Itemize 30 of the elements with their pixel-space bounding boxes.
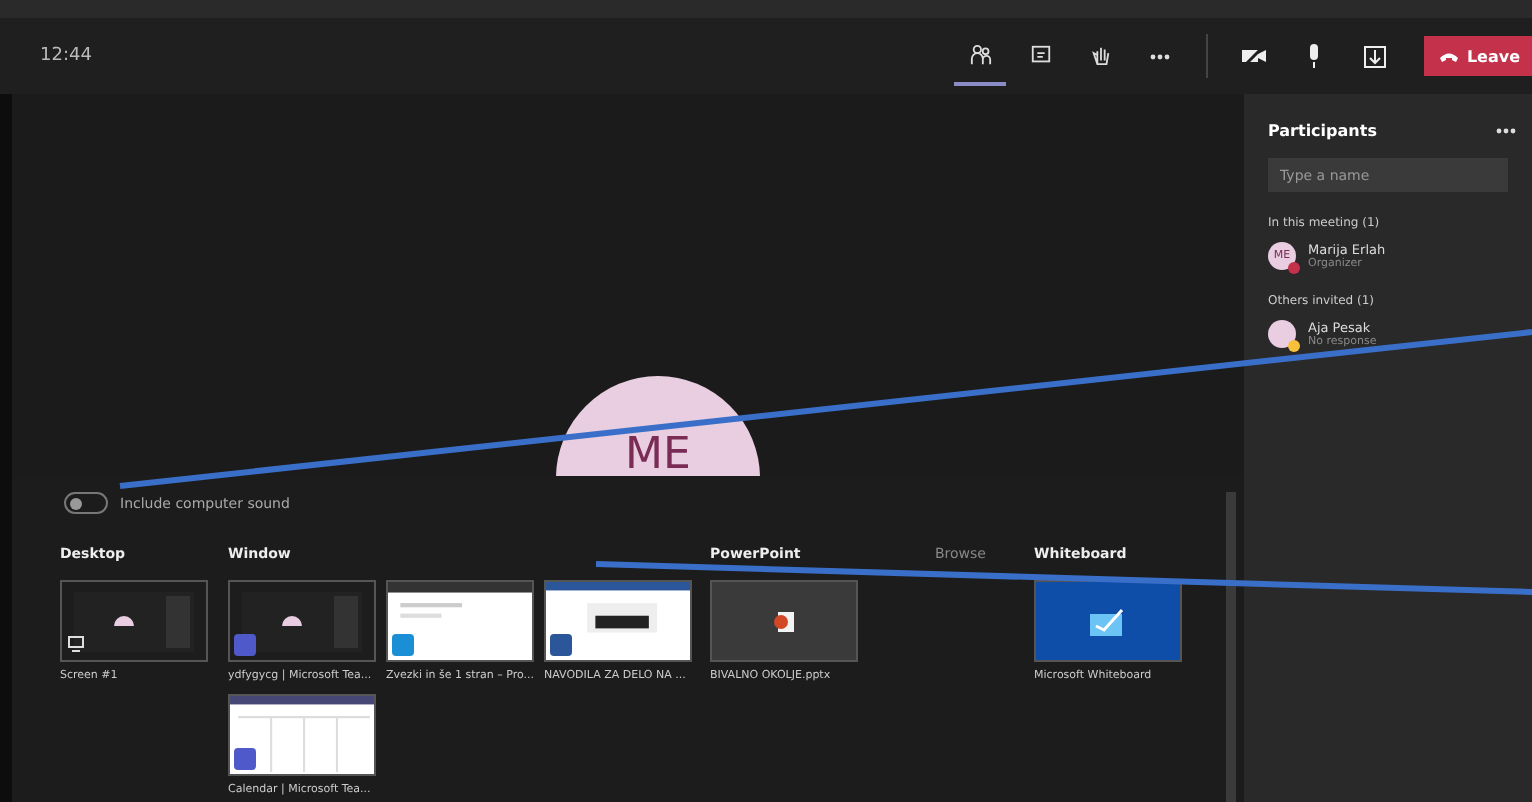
panel-title: Participants [1268, 122, 1377, 140]
share-thumbnail[interactable] [1034, 580, 1182, 662]
people-icon [969, 43, 992, 65]
phone-icon [1440, 51, 1459, 61]
more-icon [1150, 53, 1171, 59]
document-thumbnail [546, 582, 690, 660]
webpage-thumbnail [388, 582, 532, 660]
sound-toggle[interactable] [64, 492, 108, 514]
camera-off-icon [1242, 46, 1267, 66]
share-thumbnail[interactable] [228, 580, 376, 662]
share-thumbnail[interactable] [60, 580, 208, 662]
participant-avatar: ME [556, 376, 760, 476]
share-thumbnail[interactable] [228, 694, 376, 776]
chat-icon [1029, 43, 1052, 65]
share-thumbnail[interactable] [386, 580, 534, 662]
word-logo-icon [550, 634, 572, 656]
share-thumbnail[interactable] [710, 580, 858, 662]
share-thumbnail[interactable] [544, 580, 692, 662]
more-icon [1496, 128, 1516, 134]
whiteboard-logo-icon [1088, 605, 1128, 637]
hand-icon [1089, 43, 1112, 65]
powerpoint-file-icon [772, 609, 796, 633]
meeting-time: 12:44 [40, 46, 92, 66]
teams-logo-icon [234, 634, 256, 656]
screen-icon [68, 636, 84, 652]
leave-button[interactable]: Leave [1424, 36, 1532, 76]
calendar-thumbnail [230, 696, 374, 774]
browser-logo-icon [392, 634, 414, 656]
teams-logo-icon [234, 748, 256, 770]
microphone-icon [1306, 44, 1323, 68]
